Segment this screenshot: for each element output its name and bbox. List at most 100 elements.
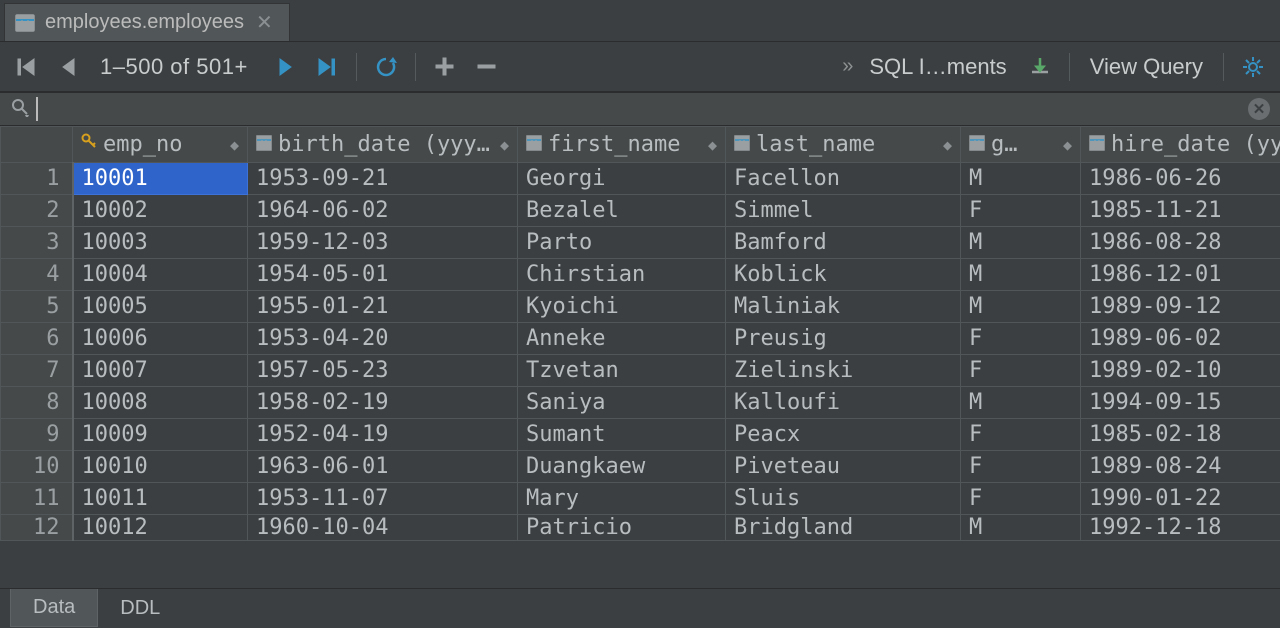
cell-first_name[interactable]: Patricio [518,515,726,541]
first-page-button[interactable] [10,50,44,84]
column-header-emp_no[interactable]: emp_no ◆ [73,127,248,163]
cell-first_name[interactable]: Duangkaew [518,451,726,483]
cell-last_name[interactable]: Facellon [726,163,961,195]
cell-first_name[interactable]: Parto [518,227,726,259]
column-header-gender[interactable]: g… ◆ [961,127,1081,163]
cell-last_name[interactable]: Peacx [726,419,961,451]
cell-gender[interactable]: M [961,387,1081,419]
next-page-button[interactable] [268,50,302,84]
column-header-birth_date[interactable]: birth_date (yyy… ◆ [248,127,518,163]
cell-first_name[interactable]: Chirstian [518,259,726,291]
view-query-button[interactable]: View Query [1090,54,1203,80]
cell-last_name[interactable]: Bridgland [726,515,961,541]
cell-emp_no[interactable]: 10002 [73,195,248,227]
cell-first_name[interactable]: Bezalel [518,195,726,227]
tab-data[interactable]: Data [10,589,98,627]
cell-first_name[interactable]: Anneke [518,323,726,355]
cell-first_name[interactable]: Kyoichi [518,291,726,323]
cell-emp_no[interactable]: 10009 [73,419,248,451]
cell-gender[interactable]: M [961,259,1081,291]
cell-birth_date[interactable]: 1960-10-04 [248,515,518,541]
cell-birth_date[interactable]: 1959-12-03 [248,227,518,259]
cell-last_name[interactable]: Piveteau [726,451,961,483]
cell-gender[interactable]: F [961,195,1081,227]
table-row[interactable]: 8100081958-02-19SaniyaKalloufiM1994-09-1… [1,387,1280,419]
cell-last_name[interactable]: Kalloufi [726,387,961,419]
remove-row-button[interactable] [470,50,504,84]
cell-first_name[interactable]: Tzvetan [518,355,726,387]
cell-emp_no[interactable]: 10012 [73,515,248,541]
cell-birth_date[interactable]: 1953-09-21 [248,163,518,195]
cell-emp_no[interactable]: 10005 [73,291,248,323]
cell-last_name[interactable]: Bamford [726,227,961,259]
cell-birth_date[interactable]: 1953-04-20 [248,323,518,355]
column-header-first_name[interactable]: first_name ◆ [518,127,726,163]
table-row[interactable]: 12100121960-10-04PatricioBridglandM1992-… [1,515,1280,541]
table-row[interactable]: 10100101963-06-01DuangkaewPiveteauF1989-… [1,451,1280,483]
add-row-button[interactable] [428,50,462,84]
cell-hire_date[interactable]: 1994-09-15 [1081,387,1280,419]
cell-emp_no[interactable]: 10007 [73,355,248,387]
cell-first_name[interactable]: Sumant [518,419,726,451]
cell-hire_date[interactable]: 1992-12-18 [1081,515,1280,541]
column-header-hire_date[interactable]: hire_date (yy [1081,127,1280,163]
cell-birth_date[interactable]: 1963-06-01 [248,451,518,483]
cell-last_name[interactable]: Simmel [726,195,961,227]
table-row[interactable]: 3100031959-12-03PartoBamfordM1986-08-28 [1,227,1280,259]
close-icon[interactable]: ✕ [254,10,275,35]
cell-hire_date[interactable]: 1986-06-26 [1081,163,1280,195]
table-row[interactable]: 11100111953-11-07MarySluisF1990-01-22 [1,483,1280,515]
cell-emp_no[interactable]: 10010 [73,451,248,483]
cell-hire_date[interactable]: 1989-06-02 [1081,323,1280,355]
cell-first_name[interactable]: Georgi [518,163,726,195]
editor-tab[interactable]: employees.employees ✕ [4,3,290,41]
table-row[interactable]: 1100011953-09-21GeorgiFacellonM1986-06-2… [1,163,1280,195]
cell-last_name[interactable]: Maliniak [726,291,961,323]
cell-birth_date[interactable]: 1964-06-02 [248,195,518,227]
cell-birth_date[interactable]: 1953-11-07 [248,483,518,515]
export-button[interactable] [1023,50,1057,84]
cell-hire_date[interactable]: 1985-11-21 [1081,195,1280,227]
table-row[interactable]: 5100051955-01-21KyoichiMaliniakM1989-09-… [1,291,1280,323]
cell-hire_date[interactable]: 1989-09-12 [1081,291,1280,323]
cell-birth_date[interactable]: 1957-05-23 [248,355,518,387]
cell-emp_no[interactable]: 10006 [73,323,248,355]
cell-first_name[interactable]: Saniya [518,387,726,419]
cell-gender[interactable]: F [961,323,1081,355]
cell-gender[interactable]: F [961,483,1081,515]
cell-hire_date[interactable]: 1989-08-24 [1081,451,1280,483]
cell-emp_no[interactable]: 10004 [73,259,248,291]
cell-birth_date[interactable]: 1954-05-01 [248,259,518,291]
cell-gender[interactable]: M [961,163,1081,195]
table-row[interactable]: 6100061953-04-20AnnekePreusigF1989-06-02 [1,323,1280,355]
tab-ddl[interactable]: DDL [98,589,182,627]
column-header-last_name[interactable]: last_name ◆ [726,127,961,163]
cell-birth_date[interactable]: 1955-01-21 [248,291,518,323]
cell-gender[interactable]: M [961,515,1081,541]
cell-emp_no[interactable]: 10011 [73,483,248,515]
prev-page-button[interactable] [52,50,86,84]
cell-gender[interactable]: F [961,451,1081,483]
more-actions-button[interactable]: » [842,55,853,78]
cell-birth_date[interactable]: 1952-04-19 [248,419,518,451]
cell-emp_no[interactable]: 10001 [73,163,248,195]
cell-last_name[interactable]: Sluis [726,483,961,515]
cell-hire_date[interactable]: 1985-02-18 [1081,419,1280,451]
refresh-button[interactable] [369,50,403,84]
cell-hire_date[interactable]: 1986-08-28 [1081,227,1280,259]
cell-gender[interactable]: F [961,419,1081,451]
cell-first_name[interactable]: Mary [518,483,726,515]
cell-gender[interactable]: M [961,227,1081,259]
last-page-button[interactable] [310,50,344,84]
cell-hire_date[interactable]: 1990-01-22 [1081,483,1280,515]
cell-hire_date[interactable]: 1989-02-10 [1081,355,1280,387]
cell-emp_no[interactable]: 10008 [73,387,248,419]
cell-gender[interactable]: F [961,355,1081,387]
data-grid[interactable]: emp_no ◆ birth_date (yyy… ◆ first_name [0,126,1280,576]
table-row[interactable]: 2100021964-06-02BezalelSimmelF1985-11-21 [1,195,1280,227]
clear-filter-button[interactable]: ✕ [1248,98,1270,120]
table-row[interactable]: 7100071957-05-23TzvetanZielinskiF1989-02… [1,355,1280,387]
cell-last_name[interactable]: Koblick [726,259,961,291]
cell-gender[interactable]: M [961,291,1081,323]
cell-last_name[interactable]: Zielinski [726,355,961,387]
